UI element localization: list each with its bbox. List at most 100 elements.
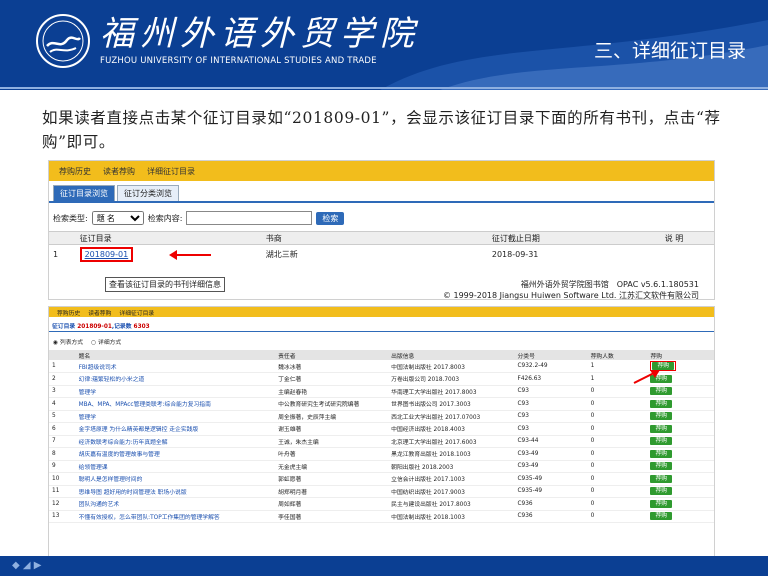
- search-input[interactable]: [186, 211, 313, 225]
- nav-detail-catalog[interactable]: 详细征订目录: [119, 308, 154, 317]
- recommend-button[interactable]: 荐购: [650, 512, 673, 521]
- col-note: 说 明: [660, 231, 714, 245]
- row-index: 1: [53, 250, 59, 260]
- book-author: 王诚，朱杰主编: [275, 435, 389, 448]
- book-publisher: 朝阳出版社 2018.2003: [388, 460, 515, 473]
- nav-recommend-history[interactable]: 荐购历史: [59, 166, 91, 177]
- radio-detail-mode[interactable]: ○ 详细方式: [91, 337, 121, 346]
- book-title-link[interactable]: 管理学: [75, 410, 276, 423]
- recommend-button[interactable]: 荐购: [650, 387, 673, 396]
- book-table: 题名 责任者 出版信息 分类号 荐购人数 荐购 1 FBI超级说司术 魏冰冰著 中国法…: [49, 350, 714, 523]
- catalog-detail-screenshot: 荐购历史 读者荐购 详细征订目录 征订目录 201809-01,记录数 6303…: [48, 306, 715, 566]
- book-title-link[interactable]: 团队沟通的艺术: [75, 497, 276, 511]
- recommend-button[interactable]: 荐购: [650, 424, 673, 433]
- radio-list-mode[interactable]: ◉ 列表方式: [53, 337, 83, 346]
- col-publisher: 出版信息: [388, 350, 515, 360]
- search-type-select[interactable]: 题 名: [91, 211, 144, 225]
- table-row: 1 FBI超级说司术 魏冰冰著 中国法制出版社 2017.8003 C932.2-49 1…: [49, 360, 714, 373]
- recommend-count: 0: [587, 472, 648, 486]
- row-index: 6: [49, 422, 76, 436]
- recommend-count: 0: [587, 497, 648, 511]
- col-class: 分类号: [514, 350, 588, 360]
- book-author: 周全振著，史辰萍主编: [275, 410, 389, 423]
- table-row: 6 金字塔原理 为什么精英都是逻辑控 走企实践版 谢玉雄著 中国经济出版社 2018.…: [49, 422, 714, 436]
- nav-detail-catalog[interactable]: 详细征订目录: [147, 166, 195, 177]
- link-tooltip: 查看该征订目录的书刊详细信息: [105, 277, 225, 292]
- book-title-link[interactable]: 金字塔原理 为什么精英都是逻辑控 走企实践版: [75, 422, 276, 436]
- tab-catalog-browse[interactable]: 征订目录浏览: [53, 185, 115, 201]
- book-publisher: 中国法制出版社 2018.1003: [388, 510, 515, 523]
- nav-reader-recommend[interactable]: 读者荐购: [103, 166, 135, 177]
- search-type-label: 检索类型:: [53, 213, 88, 223]
- highlight-box: 201809-01: [79, 247, 134, 263]
- book-title-link[interactable]: 幻律:蕴繁轻松的小米之道: [75, 372, 276, 386]
- recommend-button[interactable]: 荐购: [650, 449, 673, 458]
- book-class: C93-44: [514, 435, 588, 448]
- red-arrow-icon: [169, 250, 211, 260]
- row-index: 13: [49, 510, 76, 523]
- book-title-link[interactable]: 思维导图 超好用的时间管理法 职场小说版: [75, 485, 276, 498]
- tab-category-browse[interactable]: 征订分类浏览: [117, 185, 179, 201]
- red-arrow-icon-2: [633, 370, 660, 384]
- book-author: 无金虎主编: [275, 460, 389, 473]
- recommend-button[interactable]: 荐购: [650, 399, 673, 408]
- recommend-count: 0: [587, 422, 648, 436]
- book-class: C93: [514, 385, 588, 398]
- recommend-button[interactable]: 荐购: [650, 437, 673, 446]
- recommend-button[interactable]: 荐购: [650, 487, 673, 496]
- book-publisher: 中国法制出版社 2017.8003: [388, 360, 515, 373]
- recommend-button[interactable]: 荐购: [650, 412, 673, 421]
- slide-bottom-bar: [0, 556, 768, 576]
- row-note: [661, 245, 714, 265]
- book-class: C935-49: [514, 472, 588, 486]
- nav-recommend-history[interactable]: 荐购历史: [57, 308, 80, 317]
- catalog-info: 征订目录 201809-01,记录数 6303: [49, 321, 714, 332]
- recommend-button[interactable]: 荐购: [650, 474, 673, 483]
- table-row: 3 管理学 主编赵春艳 华南理工大学出版社 2017.8003 C93 0 荐购: [49, 385, 714, 398]
- recommend-count: 0: [587, 410, 648, 423]
- book-publisher: 民主与建设出版社 2017.8003: [388, 497, 515, 511]
- book-title-link[interactable]: 给领管理课: [75, 460, 276, 473]
- book-title-link[interactable]: MBA、MPA、MPAcc管理类联考:综合能力复习指南: [75, 397, 276, 411]
- col-vendor: 书商: [261, 231, 488, 245]
- nav-reader-recommend[interactable]: 读者荐购: [88, 308, 111, 317]
- row-index: 4: [49, 397, 76, 411]
- row-deadline: 2018-09-31: [491, 250, 539, 260]
- view-mode: ◉ 列表方式 ○ 详细方式: [49, 332, 714, 350]
- instruction-caption: 如果读者直接点击某个征订目录如“201809-01”，会显示该征订目录下面的所有…: [42, 109, 721, 151]
- top-nav-2: 荐购历史 读者荐购 详细征订目录: [49, 307, 714, 317]
- book-author: 主编赵春艳: [275, 385, 389, 398]
- book-title-link[interactable]: 聪明人是怎样管理时间的: [75, 472, 276, 486]
- book-class: C93: [514, 410, 588, 423]
- slide-title: 三、详细征订目录: [593, 40, 746, 62]
- book-class: C936: [514, 497, 588, 511]
- recommend-count: 0: [587, 447, 648, 461]
- table-row: 13 不懂有效授权，怎么带团队:TOP工作集团的管理学解答 李佳国著 中国法制出版社 …: [49, 510, 714, 523]
- footer-copyright: © 1999-2018 Jiangsu Huiwen Software Ltd.…: [442, 291, 699, 300]
- slide-dots-decoration: ◆ ◢ ▶: [12, 560, 42, 571]
- book-title-link[interactable]: 不懂有效授权，怎么带团队:TOP工作集团的管理学解答: [75, 510, 276, 523]
- recommend-button[interactable]: 荐购: [650, 462, 673, 471]
- slide-header: 福州外语外贸学院 FUZHOU UNIVERSITY OF INTERNATIO…: [0, 0, 768, 90]
- book-publisher: 立信会计出版社 2017.1003: [388, 472, 515, 486]
- table-row: 1 201809-01 湖北三新 2018-09-31: [49, 245, 714, 265]
- book-class: C932.2-49: [514, 360, 588, 373]
- book-class: C936: [514, 510, 588, 523]
- search-button[interactable]: 检索: [316, 211, 345, 225]
- book-author: 魏冰冰著: [275, 360, 389, 373]
- book-class: F426.63: [514, 372, 588, 386]
- recommend-button[interactable]: 荐购: [650, 499, 673, 508]
- catalog-table: 征订目录 书商 征订截止日期 说 明 1 201809-01 湖北三新 2018…: [49, 231, 714, 265]
- book-author: 郭虹愿著: [275, 472, 389, 486]
- col-catalog: 征订目录: [75, 231, 262, 245]
- recommend-count: 0: [587, 397, 648, 411]
- catalog-link[interactable]: 201809-01: [85, 250, 129, 259]
- recommend-count: 0: [587, 460, 648, 473]
- book-author: 胡郑明月著: [275, 485, 389, 498]
- book-title-link[interactable]: 管理学: [75, 385, 276, 398]
- book-title-link[interactable]: 经济数联考综合能力:历年真题全解: [75, 435, 276, 448]
- book-class: C93-49: [514, 447, 588, 461]
- book-title-link[interactable]: FBI超级说司术: [75, 360, 276, 373]
- book-title-link[interactable]: 胡庆嘉有温度的管理故事与管理: [75, 447, 276, 461]
- book-publisher: 中国纺织出版社 2017.9003: [388, 485, 515, 498]
